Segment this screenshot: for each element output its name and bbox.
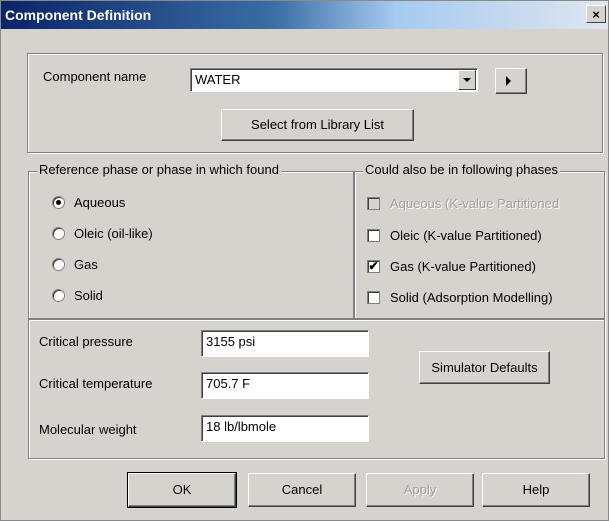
critical-temperature-input[interactable]: 705.7 F [201, 372, 369, 399]
cancel-button[interactable]: Cancel [248, 473, 356, 507]
component-definition-dialog: Component Definition × Component name WA… [0, 0, 609, 521]
ok-button[interactable]: OK [127, 472, 237, 508]
component-name-label: Component name [43, 69, 147, 84]
apply-button[interactable]: Apply [366, 473, 474, 507]
title-bar[interactable]: Component Definition × [1, 1, 608, 29]
radio-label-gas[interactable]: Gas [74, 257, 98, 272]
reference-phase-legend: Reference phase or phase in which found [37, 162, 281, 177]
radio-label-oleic[interactable]: Oleic (oil-like) [74, 226, 153, 241]
molecular-weight-input[interactable]: 18 lb/lbmole [201, 415, 369, 442]
simulator-defaults-button[interactable]: Simulator Defaults [419, 351, 550, 384]
checkbox-oleic-k[interactable] [367, 229, 380, 242]
critical-pressure-label: Critical pressure [39, 334, 133, 349]
critical-pressure-input[interactable]: 3155 psi [201, 330, 369, 357]
chevron-down-icon[interactable] [458, 70, 476, 90]
checkbox-gas-k[interactable]: ✔ [367, 260, 380, 273]
component-name-value: WATER [195, 72, 241, 87]
checkbox-solid-k[interactable] [367, 291, 380, 304]
expand-button[interactable] [495, 68, 527, 94]
critical-temperature-label: Critical temperature [39, 376, 153, 391]
select-from-library-button[interactable]: Select from Library List [221, 109, 414, 141]
molecular-weight-label: Molecular weight [39, 422, 137, 437]
checkbox-label-gas-k[interactable]: Gas (K-value Partitioned) [390, 259, 536, 274]
radio-label-aqueous[interactable]: Aqueous [74, 195, 125, 210]
component-name-combo[interactable]: WATER [190, 68, 478, 92]
radio-solid[interactable] [52, 289, 65, 302]
window-title: Component Definition [5, 7, 152, 23]
checkbox-label-aqueous-k[interactable]: Aqueous (K-value Partitioned [390, 196, 559, 211]
other-phases-legend: Could also be in following phases [363, 162, 560, 177]
radio-gas[interactable] [52, 258, 65, 271]
check-icon: ✔ [368, 259, 379, 273]
checkbox-label-oleic-k[interactable]: Oleic (K-value Partitioned) [390, 228, 542, 243]
checkbox-aqueous-k[interactable] [367, 197, 380, 210]
help-button[interactable]: Help [482, 473, 590, 507]
radio-oleic[interactable] [52, 227, 65, 240]
radio-label-solid[interactable]: Solid [74, 288, 103, 303]
close-icon[interactable]: × [586, 5, 606, 23]
play-right-icon [506, 76, 511, 86]
radio-aqueous[interactable] [52, 196, 65, 209]
checkbox-label-solid-k[interactable]: Solid (Adsorption Modelling) [390, 290, 553, 305]
